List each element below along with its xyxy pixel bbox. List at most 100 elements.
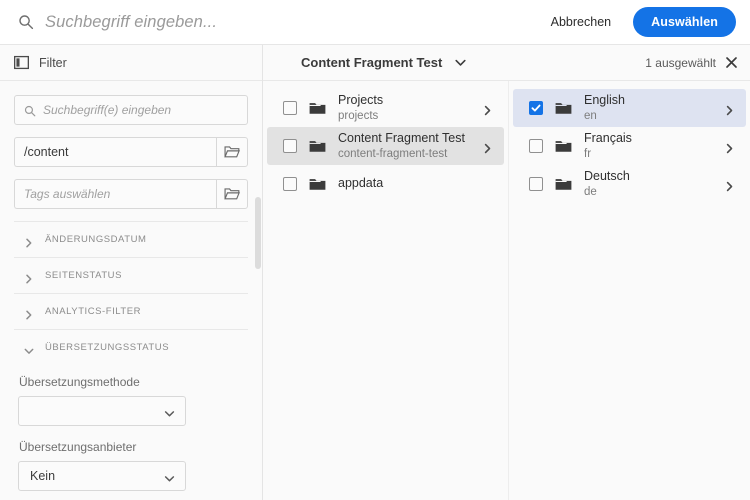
selection-summary: 1 ausgewählt (645, 56, 738, 70)
folder-icon (555, 139, 572, 153)
tags-picker-button[interactable] (216, 179, 248, 209)
folder-open-icon (224, 187, 240, 201)
row-checkbox[interactable] (529, 139, 543, 153)
keyword-search-field[interactable]: Suchbegriff(e) eingeben (14, 95, 248, 125)
list-item[interactable]: Français fr (513, 127, 746, 165)
filter-sidebar-title: Filter (39, 55, 67, 70)
browser-panel: Content Fragment Test 1 ausgewählt Proje… (263, 45, 750, 500)
chevron-right-icon (24, 307, 34, 319)
list-item[interactable]: appdata (267, 165, 504, 203)
list-item-subtitle: content-fragment-test (338, 147, 448, 160)
tags-field-group: Tags auswählen (14, 179, 248, 209)
list-item-text: appdata (338, 176, 493, 191)
list-item-title: Français (584, 131, 632, 146)
dialog-body: Filter Suchbegriff(e) eingeben /content (0, 45, 750, 500)
row-checkbox[interactable] (283, 139, 297, 153)
chevron-right-icon[interactable] (724, 179, 735, 191)
translation-method-select[interactable] (18, 396, 186, 426)
filter-sidebar-header: Filter (0, 45, 262, 81)
breadcrumb[interactable]: Content Fragment Test (301, 55, 467, 70)
chevron-down-icon (164, 471, 175, 482)
folder-icon (555, 177, 572, 191)
chevron-right-icon[interactable] (482, 103, 493, 115)
global-search[interactable] (18, 0, 543, 44)
list-item-subtitle: projects (338, 109, 379, 122)
list-item-subtitle: fr (584, 147, 592, 160)
chevron-right-icon[interactable] (724, 103, 735, 115)
accordion-item-analytics-filter: ANALYTICS-FILTER (14, 293, 248, 329)
folder-icon (555, 101, 572, 115)
path-input[interactable]: /content (14, 137, 216, 167)
folder-icon (309, 139, 326, 153)
column-one: Projects projects Content Fragment Test … (263, 81, 509, 500)
accordion-header-seitenstatus[interactable]: SEITENSTATUS (14, 258, 248, 293)
accordion-item-aenderungsdatum: ÄNDERUNGSDATUM (14, 221, 248, 257)
translation-provider-select[interactable]: Kein (18, 461, 186, 491)
accordion-title: ÄNDERUNGSDATUM (45, 234, 147, 245)
chevron-right-icon (24, 271, 34, 283)
path-field-group: /content (14, 137, 248, 167)
browser-header: Content Fragment Test 1 ausgewählt (263, 45, 750, 81)
list-item[interactable]: Projects projects (267, 89, 504, 127)
accordion-header-analytics-filter[interactable]: ANALYTICS-FILTER (14, 294, 248, 329)
list-item-text: Projects projects (338, 93, 470, 122)
list-item-title: Content Fragment Test (338, 131, 465, 146)
list-item-subtitle: de (584, 185, 597, 198)
top-bar: Abbrechen Auswählen (0, 0, 750, 45)
translation-provider-value: Kein (30, 469, 56, 483)
selection-count-label: 1 ausgewählt (645, 55, 716, 70)
list-item-text: Content Fragment Test content-fragment-t… (338, 131, 470, 160)
translation-method-label: Übersetzungsmethode (19, 375, 140, 389)
list-item-title: Deutsch (584, 169, 630, 184)
translation-provider-label: Übersetzungsanbieter (19, 440, 137, 454)
search-icon (18, 14, 34, 30)
sidebar-scrollbar[interactable] (255, 197, 261, 269)
accordion-header-aenderungsdatum[interactable]: ÄNDERUNGSDATUM (14, 222, 248, 257)
tags-input-placeholder: Tags auswählen (24, 187, 111, 201)
tags-input[interactable]: Tags auswählen (14, 179, 216, 209)
search-input[interactable] (45, 0, 543, 44)
chevron-right-icon[interactable] (724, 141, 735, 153)
row-checkbox[interactable] (529, 101, 543, 115)
list-item-subtitle: en (584, 109, 597, 122)
path-input-value: /content (24, 145, 69, 159)
top-bar-actions: Abbrechen Auswählen (543, 7, 736, 37)
path-picker-button[interactable] (216, 137, 248, 167)
cancel-button[interactable]: Abbrechen (543, 9, 619, 35)
select-confirm-button[interactable]: Auswählen (633, 7, 736, 37)
row-checkbox[interactable] (283, 101, 297, 115)
filter-sidebar-content: Suchbegriff(e) eingeben /content Tags au… (0, 81, 262, 500)
chevron-down-icon[interactable] (454, 56, 467, 69)
list-item-text: Français fr (584, 131, 712, 160)
accordion-header-uebersetzungsstatus[interactable]: ÜBERSETZUNGSSTATUS (14, 330, 248, 365)
list-item-text: Deutsch de (584, 169, 712, 198)
path-picker-dialog: Abbrechen Auswählen Filter (0, 0, 750, 500)
row-checkbox[interactable] (283, 177, 297, 191)
close-icon[interactable] (725, 56, 738, 69)
filter-sidebar: Filter Suchbegriff(e) eingeben /content (0, 45, 263, 500)
breadcrumb-title: Content Fragment Test (301, 55, 443, 70)
list-item-title: English (584, 93, 625, 108)
row-checkbox[interactable] (529, 177, 543, 191)
translation-status-panel: Übersetzungsmethode Übersetzungsanbieter… (14, 365, 248, 500)
folder-icon (309, 101, 326, 115)
accordion-title: ANALYTICS-FILTER (45, 306, 142, 317)
list-item[interactable]: Deutsch de (513, 165, 746, 203)
list-item[interactable]: Content Fragment Test content-fragment-t… (267, 127, 504, 165)
column-browser: Projects projects Content Fragment Test … (263, 81, 750, 500)
rail-panel-icon (13, 55, 30, 70)
chevron-down-icon (164, 406, 175, 417)
list-item[interactable]: English en (513, 89, 746, 127)
list-item-title: appdata (338, 176, 384, 191)
column-two: English en Français fr Deutsch de (509, 81, 750, 500)
chevron-down-icon (24, 343, 34, 354)
chevron-right-icon (24, 235, 34, 247)
accordion-title: ÜBERSETZUNGSSTATUS (45, 342, 170, 353)
keyword-search-placeholder: Suchbegriff(e) eingeben (43, 103, 172, 117)
folder-icon (309, 177, 326, 191)
search-icon (24, 104, 36, 117)
accordion-item-seitenstatus: SEITENSTATUS (14, 257, 248, 293)
chevron-right-icon[interactable] (482, 141, 493, 153)
accordion-title: SEITENSTATUS (45, 270, 122, 281)
list-item-title: Projects (338, 93, 384, 108)
